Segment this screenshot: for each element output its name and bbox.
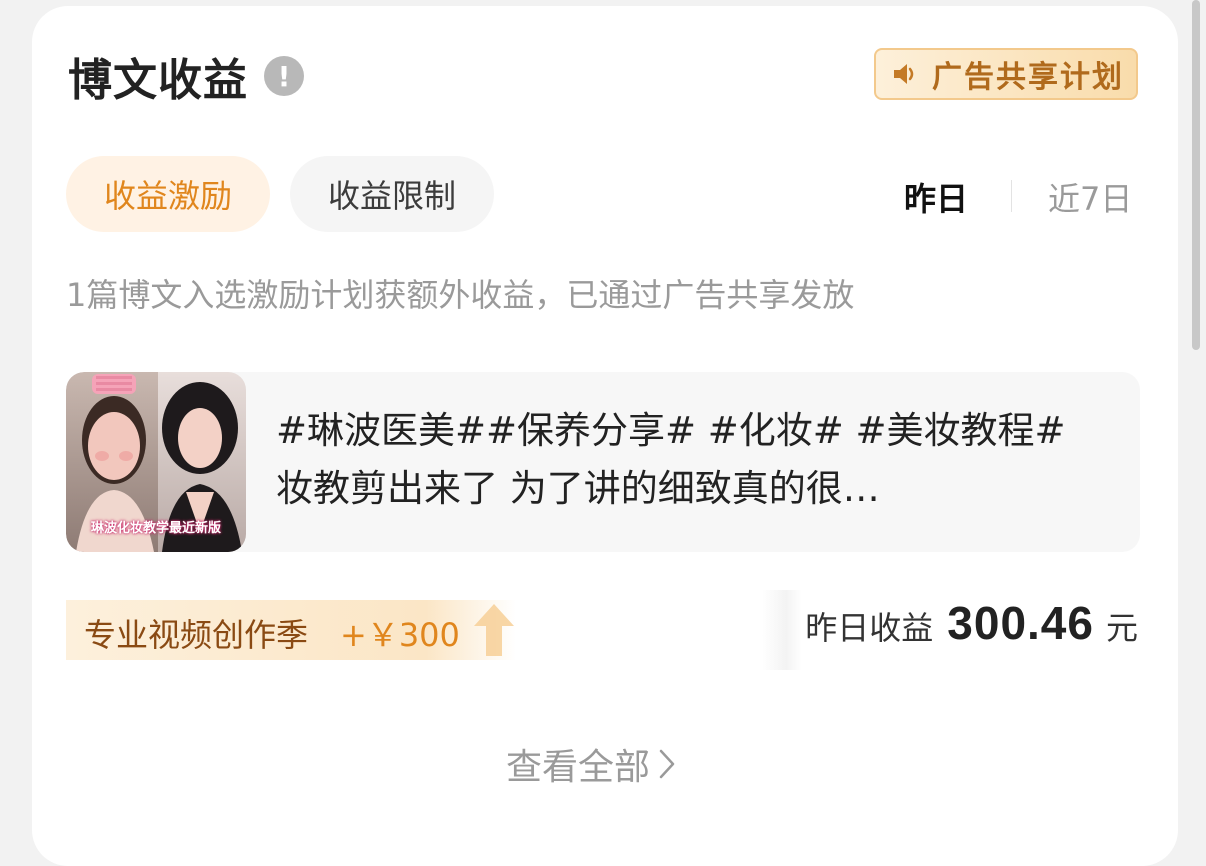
incentive-description: 1篇博文入选激励计划获额外收益，已通过广告共享发放 xyxy=(66,276,855,314)
earnings-value: 300.46 xyxy=(947,597,1094,649)
earnings-unit: 元 xyxy=(1105,609,1138,647)
scrollbar[interactable] xyxy=(1192,0,1200,350)
reward-amount: +￥300 xyxy=(340,616,460,654)
ad-sharing-plan-button[interactable]: 广告共享计划 xyxy=(874,48,1138,100)
tab-label: 收益限制 xyxy=(327,177,456,215)
period-divider xyxy=(1011,180,1012,212)
thumbnail-caption: 琳波化妆教学最近新版 xyxy=(90,521,221,536)
tab-earnings-incentive[interactable]: 收益激励 xyxy=(66,156,270,232)
reward-badge: 专业视频创作季 +￥300 xyxy=(66,600,516,660)
view-all-link[interactable]: 查看全部 xyxy=(506,738,676,790)
card-title: 博文收益 xyxy=(68,55,248,106)
post-item[interactable]: 琳波化妆教学最近新版 #琳波医美##保养分享# #化妆# #美妆教程# 妆教剪出… xyxy=(66,372,1140,552)
period-yesterday[interactable]: 昨日 xyxy=(904,174,968,220)
post-text: #琳波医美##保养分享# #化妆# #美妆教程# 妆教剪出来了 为了讲的细致真的… xyxy=(276,409,1066,510)
tab-earnings-limits[interactable]: 收益限制 xyxy=(290,156,494,232)
post-thumbnail: 琳波化妆教学最近新版 xyxy=(66,372,246,552)
card-header: 博文收益 ! xyxy=(68,44,304,108)
view-all-label: 查看全部 xyxy=(506,747,651,788)
ad-sharing-plan-label: 广告共享计划 xyxy=(932,60,1124,95)
reward-label: 专业视频创作季 xyxy=(84,616,309,654)
up-arrow-icon xyxy=(474,604,514,656)
post-earnings-card: 博文收益 ! 广告共享计划 收益激励 收益限制 昨日 近7日 1篇博文入选激励计… xyxy=(32,6,1178,866)
info-icon[interactable]: ! xyxy=(264,56,304,96)
period-last-7-days[interactable]: 近7日 xyxy=(1048,174,1132,220)
tab-label: 收益激励 xyxy=(103,177,232,215)
chevron-right-icon xyxy=(659,749,675,779)
speaker-icon xyxy=(894,64,914,84)
earnings-divider-shadow xyxy=(762,590,802,670)
earnings-label: 昨日收益 xyxy=(805,609,934,647)
yesterday-earnings: 昨日收益 300.46 元 xyxy=(805,596,1138,650)
